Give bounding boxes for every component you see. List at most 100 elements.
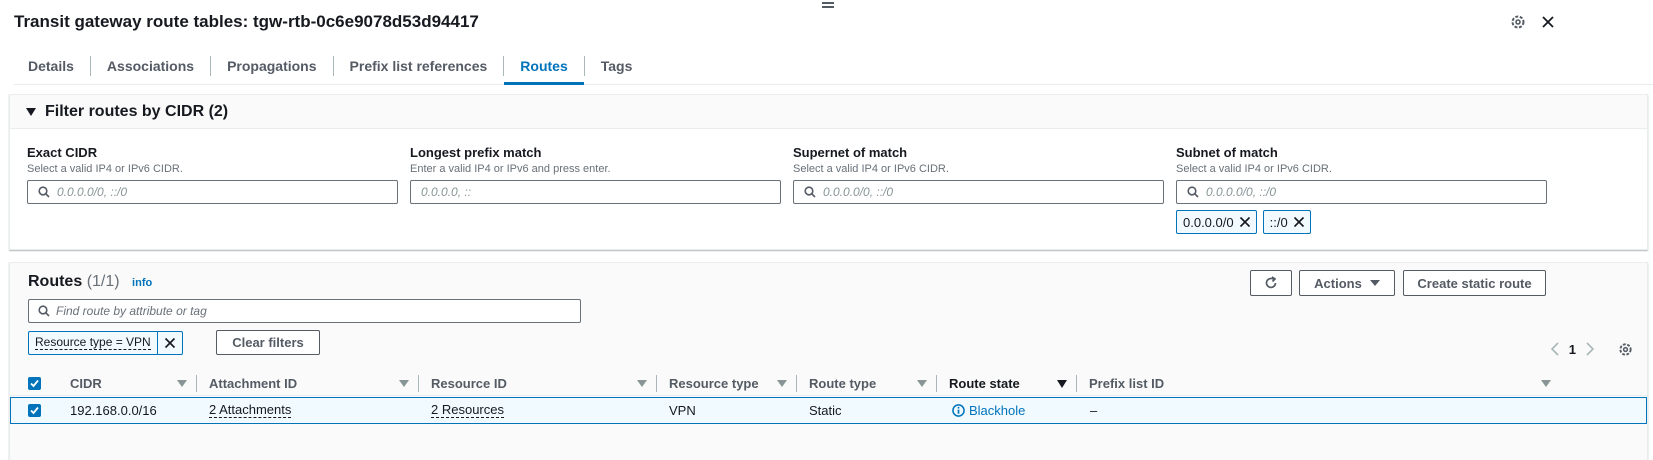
- pagination: 1: [1550, 339, 1647, 359]
- supernet-input[interactable]: 0.0.0.0/0, ::/0: [793, 180, 1164, 204]
- route-search-input[interactable]: Find route by attribute or tag: [28, 299, 581, 323]
- page-header: Transit gateway route tables: tgw-rtb-0c…: [14, 12, 1653, 36]
- remove-filter-icon[interactable]: [158, 332, 182, 354]
- routes-header: Routes (1/1) info Actions Create static …: [10, 263, 1647, 357]
- cell-attachment-id: 2 Attachments: [197, 398, 292, 423]
- column-header-prefix-list-id[interactable]: Prefix list ID: [1077, 371, 1561, 396]
- routes-title: Routes (1/1) info: [28, 273, 152, 291]
- close-icon[interactable]: [1538, 12, 1558, 32]
- table-row[interactable]: 192.168.0.0/16 2 Attachments 2 Resources…: [10, 397, 1647, 424]
- search-icon: [38, 305, 50, 317]
- column-header-cidr[interactable]: CIDR: [58, 371, 197, 396]
- subnet-input[interactable]: 0.0.0.0/0, ::/0: [1176, 180, 1547, 204]
- current-page[interactable]: 1: [1569, 342, 1576, 357]
- actions-label: Actions: [1314, 275, 1362, 291]
- cell-prefix-list-id: –: [1090, 403, 1098, 418]
- input-placeholder: 0.0.0.0, ::: [421, 185, 472, 199]
- tab-associations[interactable]: Associations: [91, 48, 210, 84]
- filter-routes-panel: Filter routes by CIDR (2) Exact CIDR Sel…: [9, 94, 1648, 250]
- tab-propagations[interactable]: Propagations: [211, 48, 332, 84]
- cell-resource-type: VPN: [669, 403, 696, 418]
- select-all-checkbox[interactable]: [10, 371, 58, 396]
- settings-gear-icon[interactable]: [1508, 12, 1528, 32]
- clear-filters-button[interactable]: Clear filters: [216, 330, 320, 355]
- detail-tabs: Details Associations Propagations Prefix…: [14, 48, 1653, 85]
- input-placeholder: 0.0.0.0/0, ::/0: [823, 185, 894, 199]
- sort-icon: [1541, 380, 1551, 387]
- chevron-left-icon[interactable]: [1550, 342, 1559, 356]
- cell-route-type: Static: [809, 403, 842, 418]
- field-label: Longest prefix match: [410, 145, 542, 160]
- sort-icon: [917, 380, 927, 387]
- sort-icon: [399, 380, 409, 387]
- tab-prefix-list-references[interactable]: Prefix list references: [334, 48, 504, 84]
- page-title: Transit gateway route tables: tgw-rtb-0c…: [14, 12, 479, 31]
- filter-panel-header[interactable]: Filter routes by CIDR (2): [10, 95, 1647, 129]
- sort-icon: [637, 380, 647, 387]
- field-description: Enter a valid IP4 or IPv6 and press ente…: [410, 163, 611, 175]
- route-state-link[interactable]: Blackhole: [952, 403, 1025, 418]
- active-filter-token: Resource type = VPN: [28, 331, 183, 355]
- attachments-popover-trigger[interactable]: 2 Attachments: [209, 403, 292, 418]
- routes-panel: Routes (1/1) info Actions Create static …: [9, 262, 1648, 460]
- routes-count: (1/1): [86, 273, 120, 290]
- field-description: Select a valid IP4 or IPv6 CIDR.: [27, 163, 183, 175]
- token-label: ::/0: [1269, 214, 1288, 230]
- table-header: CIDR Attachment ID Resource ID Resource …: [10, 371, 1647, 396]
- column-header-resource-id[interactable]: Resource ID: [419, 371, 657, 396]
- subnet-token-list: 0.0.0.0/0 ::/0: [1176, 210, 1547, 234]
- column-header-resource-type[interactable]: Resource type: [657, 371, 797, 396]
- refresh-button[interactable]: [1250, 270, 1292, 296]
- cell-resource-id: 2 Resources: [419, 398, 504, 423]
- exact-cidr-filter: Exact CIDR Select a valid IP4 or IPv6 CI…: [27, 145, 398, 204]
- search-icon: [804, 186, 816, 198]
- create-static-route-button[interactable]: Create static route: [1403, 270, 1546, 296]
- info-circle-icon: [952, 404, 965, 417]
- field-description: Select a valid IP4 or IPv6 CIDR.: [1176, 163, 1332, 175]
- resources-popover-trigger[interactable]: 2 Resources: [431, 403, 504, 418]
- row-checkbox[interactable]: [11, 398, 57, 423]
- tab-routes[interactable]: Routes: [504, 48, 585, 85]
- routes-title-text: Routes: [28, 273, 83, 290]
- filter-panel-title: Filter routes by CIDR (2): [45, 102, 229, 120]
- cell-cidr: 192.168.0.0/16: [70, 403, 157, 418]
- refresh-icon: [1265, 276, 1277, 289]
- field-label: Subnet of match: [1176, 145, 1278, 160]
- field-description: Select a valid IP4 or IPv6 CIDR.: [793, 163, 949, 175]
- caret-down-icon: [1369, 280, 1380, 286]
- longest-prefix-filter: Longest prefix match Enter a valid IP4 o…: [410, 145, 781, 204]
- info-link[interactable]: info: [132, 277, 152, 289]
- longest-prefix-input[interactable]: 0.0.0.0, ::: [410, 180, 781, 204]
- remove-token-icon[interactable]: [1234, 216, 1256, 228]
- routes-table: CIDR Attachment ID Resource ID Resource …: [10, 371, 1647, 424]
- cell-route-state: Blackhole: [940, 398, 1025, 423]
- search-placeholder: Find route by attribute or tag: [56, 304, 207, 318]
- checkbox-checked-icon: [27, 404, 41, 417]
- cidr-token: 0.0.0.0/0: [1176, 210, 1257, 234]
- panel-resize-handle[interactable]: [822, 2, 834, 10]
- sort-icon: [177, 380, 187, 387]
- checkbox-checked-icon: [27, 377, 41, 390]
- supernet-filter: Supernet of match Select a valid IP4 or …: [793, 145, 1164, 204]
- filter-token-label[interactable]: Resource type = VPN: [29, 332, 158, 354]
- remove-token-icon[interactable]: [1288, 216, 1310, 228]
- search-icon: [1187, 186, 1199, 198]
- input-placeholder: 0.0.0.0/0, ::/0: [1206, 185, 1277, 199]
- column-header-attachment-id[interactable]: Attachment ID: [197, 371, 419, 396]
- exact-cidr-input[interactable]: 0.0.0.0/0, ::/0: [27, 180, 398, 204]
- column-header-route-type[interactable]: Route type: [797, 371, 937, 396]
- tab-details[interactable]: Details: [14, 48, 90, 84]
- field-label: Supernet of match: [793, 145, 908, 160]
- field-label: Exact CIDR: [27, 145, 98, 160]
- table-settings-gear-icon[interactable]: [1618, 342, 1633, 357]
- actions-dropdown[interactable]: Actions: [1299, 270, 1395, 296]
- chevron-right-icon[interactable]: [1586, 342, 1594, 356]
- column-header-route-state[interactable]: Route state: [937, 371, 1077, 396]
- input-placeholder: 0.0.0.0/0, ::/0: [57, 185, 128, 199]
- sort-active-icon: [1057, 380, 1067, 388]
- caret-down-icon[interactable]: [26, 107, 36, 116]
- cidr-token: ::/0: [1262, 210, 1311, 234]
- search-icon: [38, 186, 50, 198]
- token-label: 0.0.0.0/0: [1183, 214, 1234, 230]
- tab-tags[interactable]: Tags: [585, 48, 649, 84]
